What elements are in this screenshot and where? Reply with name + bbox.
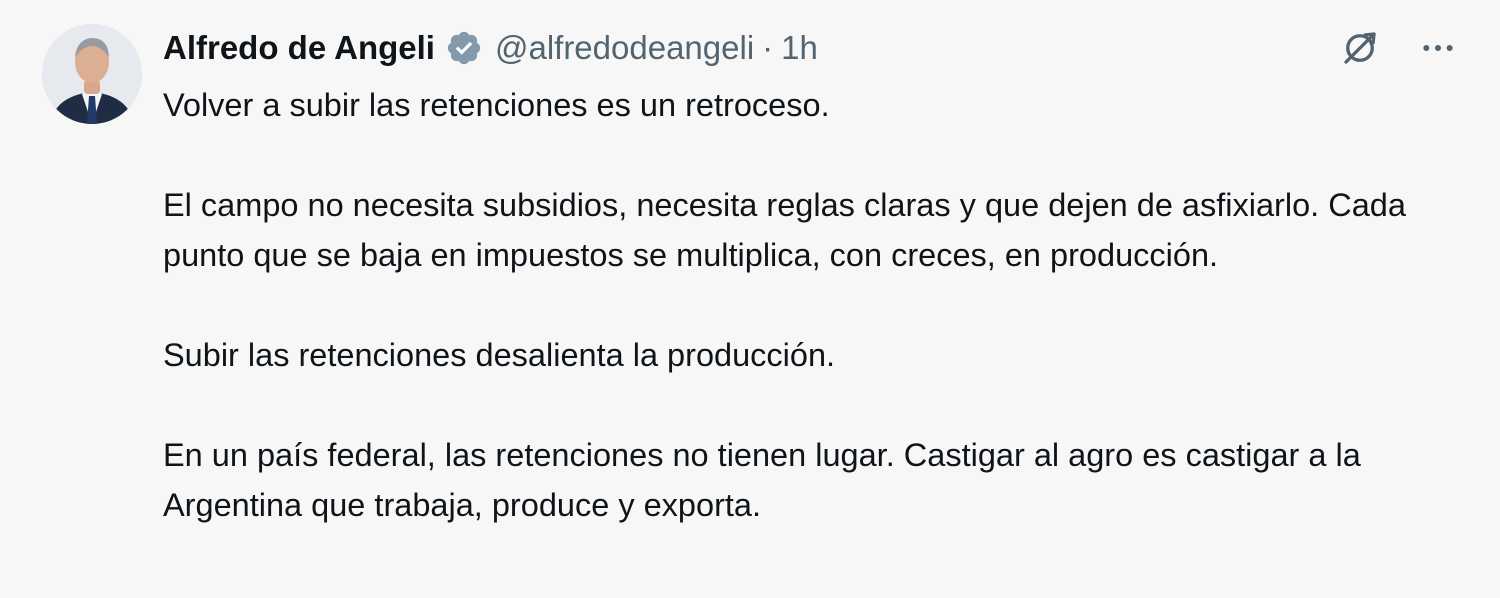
tweet-header: Alfredo de Angeli @alfredodeangeli · 1h bbox=[163, 22, 818, 74]
avatar-photo-icon bbox=[42, 24, 142, 124]
separator-dot: · bbox=[762, 29, 774, 66]
tweet-actions bbox=[1338, 26, 1460, 70]
tweet-paragraph: Subir las retenciones desalienta la prod… bbox=[163, 337, 836, 373]
tweet-paragraph: Volver a subir las retenciones es un ret… bbox=[163, 87, 830, 123]
avatar[interactable] bbox=[42, 24, 142, 124]
tweet: Alfredo de Angeli @alfredodeangeli · 1h bbox=[0, 0, 1500, 598]
grok-button[interactable] bbox=[1338, 26, 1382, 70]
tweet-paragraph: El campo no necesita subsidios, necesita… bbox=[163, 187, 1415, 273]
more-options-icon bbox=[1423, 45, 1453, 51]
author-name[interactable]: Alfredo de Angeli bbox=[163, 29, 435, 67]
author-handle[interactable]: @alfredodeangeli bbox=[495, 29, 754, 67]
tweet-text: Volver a subir las retenciones es un ret… bbox=[163, 80, 1463, 530]
tweet-paragraph: En un país federal, las retenciones no t… bbox=[163, 437, 1369, 523]
more-options-button[interactable] bbox=[1416, 26, 1460, 70]
timestamp[interactable]: 1h bbox=[781, 29, 818, 67]
verified-badge-icon[interactable] bbox=[445, 29, 483, 67]
grok-icon bbox=[1344, 32, 1376, 64]
